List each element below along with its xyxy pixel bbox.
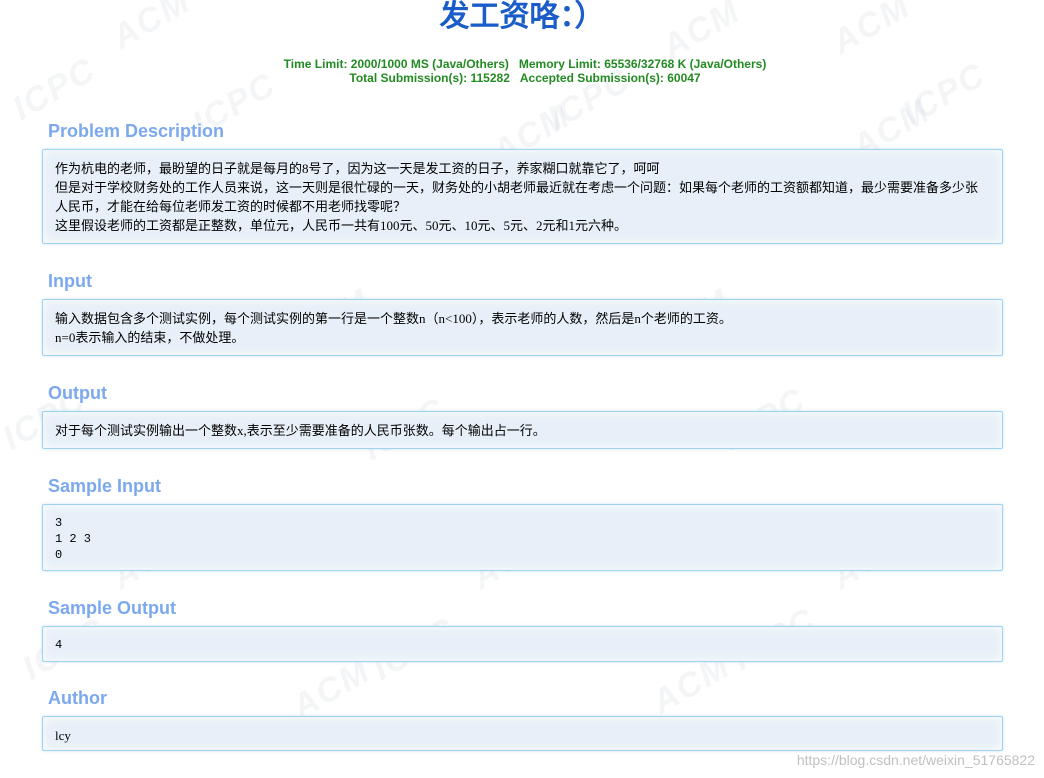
input-panel: 输入数据包含多个测试实例，每个测试实例的第一行是一个整数n（n<100），表示老…: [42, 299, 1003, 356]
output-heading: Output: [48, 383, 107, 403]
time-limit: Time Limit: 2000/1000 MS (Java/Others): [283, 57, 509, 71]
limits-line: Time Limit: 2000/1000 MS (Java/Others) Me…: [0, 57, 1044, 71]
input-heading: Input: [48, 271, 92, 291]
output-panel: 对于每个测试实例输出一个整数x,表示至少需要准备的人民币张数。每个输出占一行。: [42, 411, 1003, 449]
description-line: 这里假设老师的工资都是正整数，单位元，人民币一共有100元、50元、10元、5元…: [55, 218, 628, 233]
problem-stats: Time Limit: 2000/1000 MS (Java/Others) Me…: [0, 57, 1044, 85]
description-heading: Problem Description: [48, 121, 225, 141]
input-line: n=0表示输入的结束，不做处理。: [55, 330, 245, 345]
description-panel: 作为杭电的老师，最盼望的日子就是每月的8号了，因为这一天是发工资的日子，养家糊口…: [42, 149, 1003, 244]
sample-output-heading: Sample Output: [48, 598, 177, 618]
description-line: 作为杭电的老师，最盼望的日子就是每月的8号了，因为这一天是发工资的日子，养家糊口…: [55, 161, 660, 176]
submissions-line: Total Submission(s): 115282 Accepted Subm…: [0, 71, 1044, 85]
sample-output-panel: 4: [42, 626, 1003, 662]
accepted-submissions: Accepted Submission(s): 60047: [519, 71, 701, 85]
watermark-credit: https://blog.csdn.net/weixin_51765822: [796, 752, 1035, 768]
memory-limit: Memory Limit: 65536/32768 K (Java/Others…: [518, 57, 767, 71]
input-line: 输入数据包含多个测试实例，每个测试实例的第一行是一个整数n（n<100），表示老…: [55, 311, 732, 326]
author-heading: Author: [48, 688, 107, 708]
author-name: lcy: [55, 728, 71, 743]
problem-title: 发工资咯：）: [439, 0, 605, 33]
author-panel: lcy: [42, 716, 1003, 751]
sample-input-panel: 3 1 2 3 0: [42, 504, 1003, 571]
sample-input-heading: Sample Input: [48, 476, 162, 496]
description-line: 但是对于学校财务处的工作人员来说，这一天则是很忙碌的一天，财务处的小胡老师最近就…: [55, 180, 979, 214]
output-line: 对于每个测试实例输出一个整数x,表示至少需要准备的人民币张数。每个输出占一行。: [55, 423, 546, 438]
total-submissions: Total Submission(s): 115282: [349, 71, 510, 85]
